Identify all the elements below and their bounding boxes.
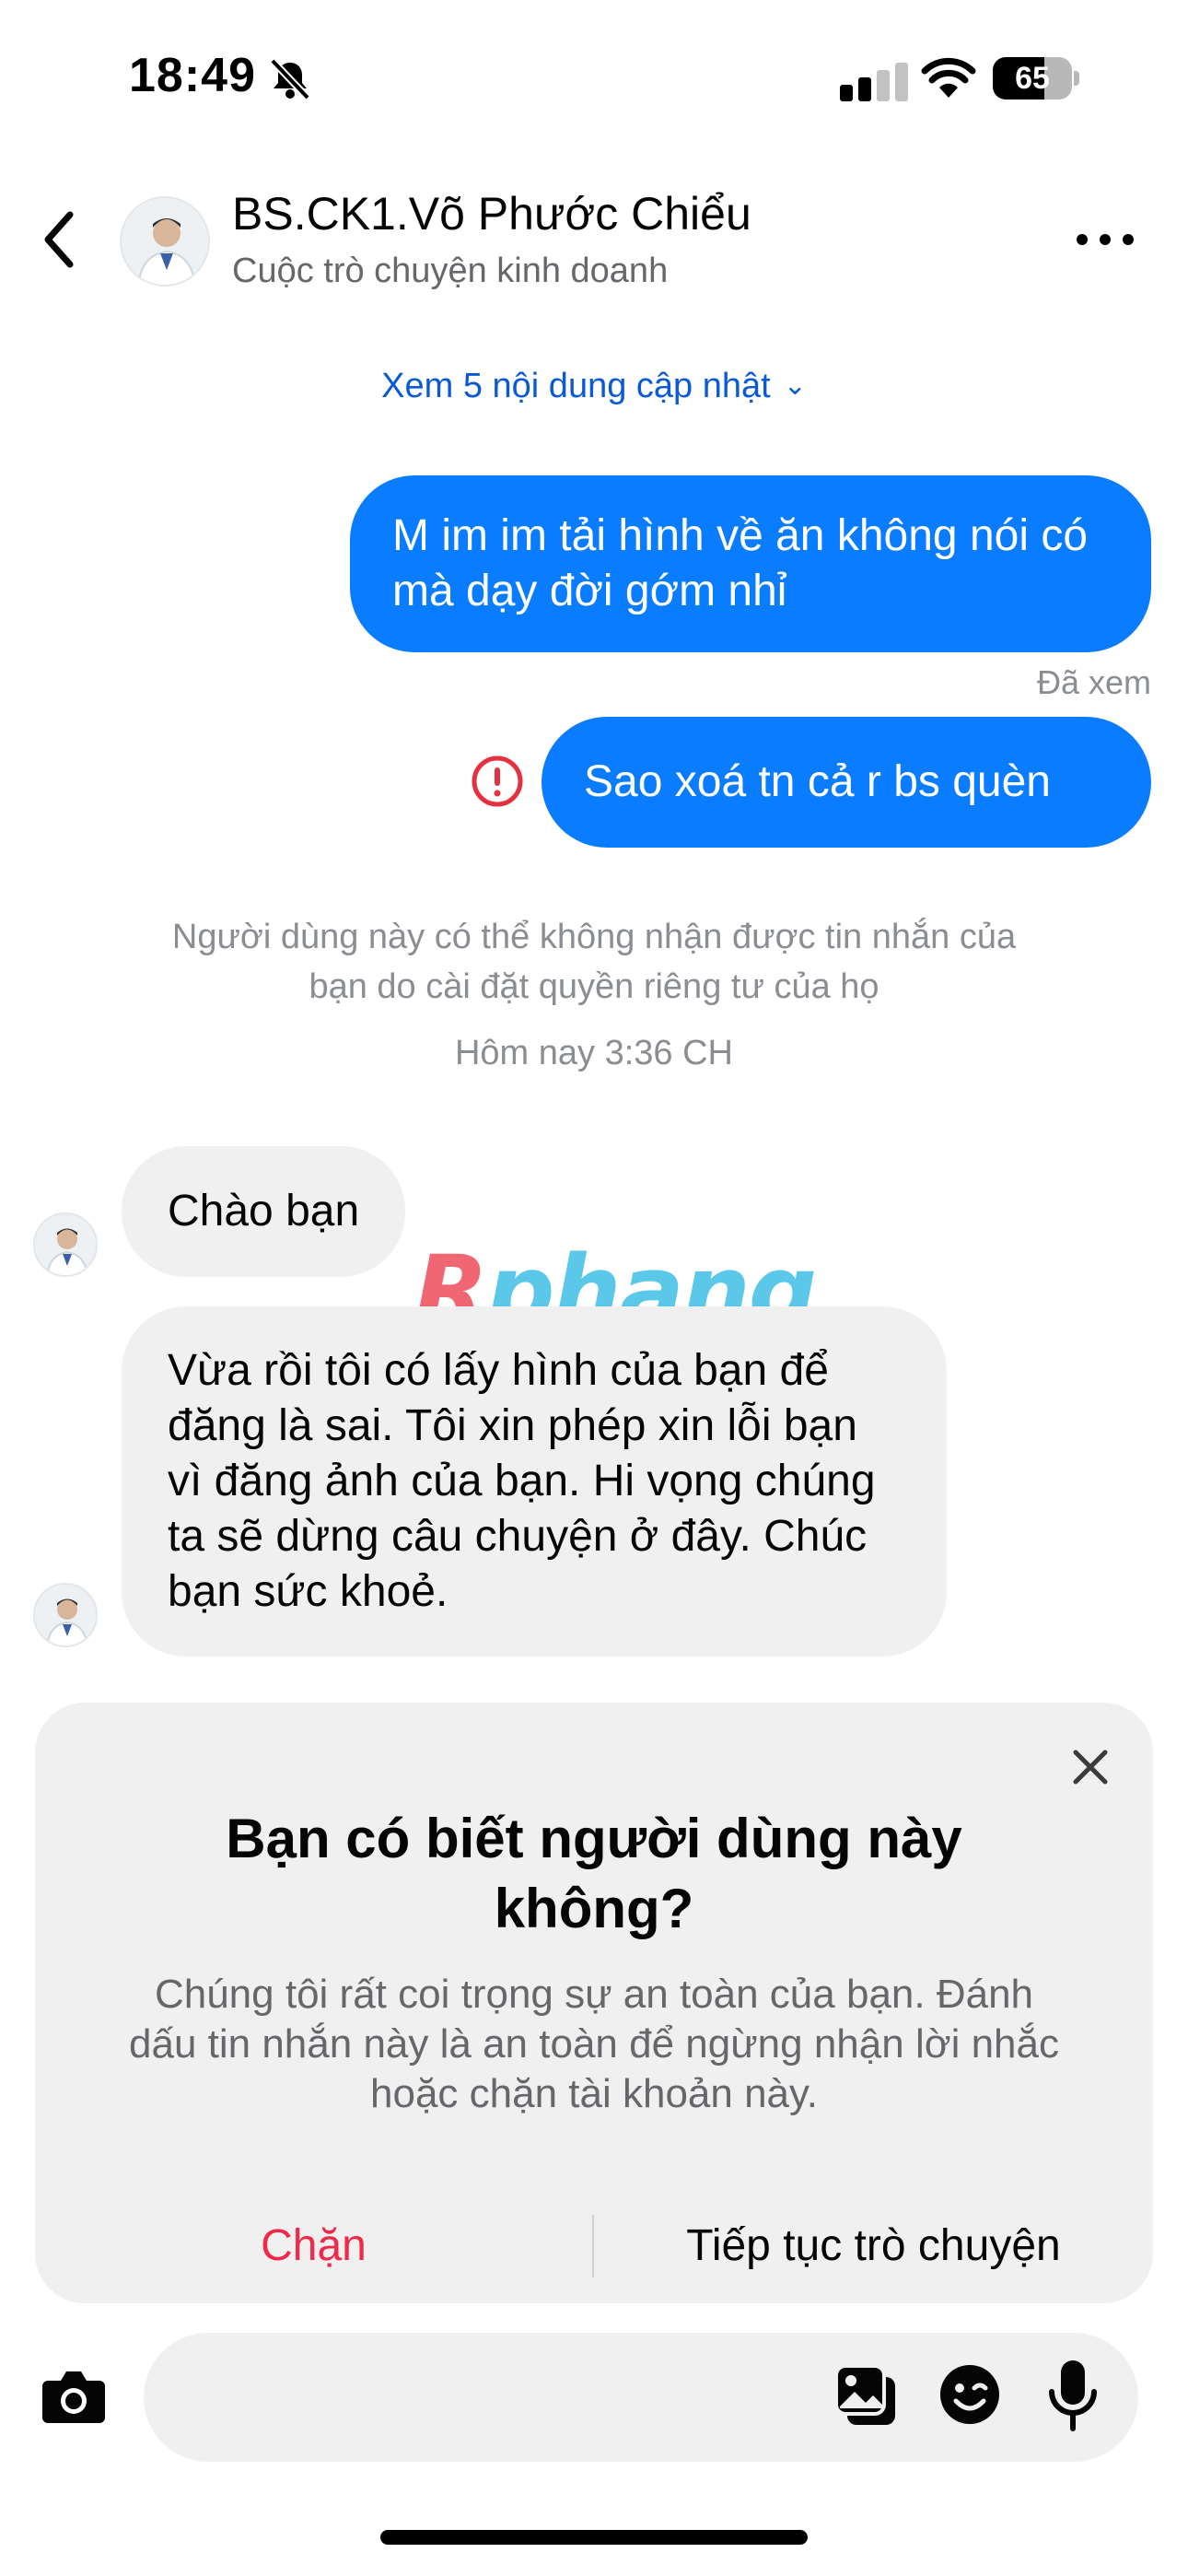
privacy-note-text: Người dùng này có thể không nhận được ti… xyxy=(171,918,1017,1006)
outgoing-message[interactable]: Sao xoá tn cả r bs quèn xyxy=(542,717,1151,848)
error-icon[interactable] xyxy=(470,754,525,809)
privacy-note: Người dùng này có thể không nhận được ti… xyxy=(0,912,1188,1012)
status-time: 18:49 xyxy=(129,49,256,102)
card-actions: Chặn Tiếp tục trò chuyện xyxy=(35,2209,1153,2283)
continue-chat-button[interactable]: Tiếp tục trò chuyện xyxy=(594,2209,1153,2283)
close-icon[interactable] xyxy=(1068,1745,1112,1789)
message-composer xyxy=(0,2322,1188,2469)
gallery-icon[interactable] xyxy=(834,2364,897,2427)
contact-name[interactable]: BS.CK1.Võ Phước Chiểu xyxy=(232,187,751,240)
chevron-down-icon: ⌄ xyxy=(783,370,807,401)
avatar[interactable] xyxy=(33,1583,98,1647)
doctor-avatar-icon xyxy=(35,1585,96,1645)
doctor-avatar-icon xyxy=(122,198,208,285)
contact-subtitle: Cuộc trò chuyện kinh doanh xyxy=(232,252,669,290)
doctor-avatar-icon xyxy=(35,1214,96,1275)
mic-icon[interactable] xyxy=(1046,2359,1100,2432)
signal-icon xyxy=(840,63,908,101)
chat-header: BS.CK1.Võ Phước Chiểu Cuộc trò chuyện ki… xyxy=(0,170,1188,309)
safety-prompt-card: Bạn có biết người dùng này không? Chúng … xyxy=(35,1703,1153,2303)
card-body: Chúng tôi rất coi trọng sự an toàn của b… xyxy=(129,1972,1059,2116)
avatar[interactable] xyxy=(120,196,210,287)
back-icon[interactable] xyxy=(37,207,83,272)
outgoing-message[interactable]: M im im tải hình về ăn không nói có mà d… xyxy=(350,475,1151,652)
incoming-message[interactable]: Vừa rồi tôi có lấy hình của bạn để đăng … xyxy=(122,1306,947,1657)
camera-icon[interactable] xyxy=(41,2366,107,2425)
wifi-icon xyxy=(921,57,976,98)
battery-level: 65 xyxy=(1015,61,1050,96)
block-button[interactable]: Chặn xyxy=(35,2209,592,2283)
updates-link-label: Xem 5 nội dung cập nhật xyxy=(381,367,771,405)
status-bar: 18:49 65 xyxy=(0,0,1188,157)
avatar[interactable] xyxy=(33,1212,98,1277)
battery-icon: 65 xyxy=(993,57,1079,100)
home-indicator xyxy=(380,2530,808,2545)
seen-status: Đã xem xyxy=(1036,663,1151,701)
updates-link[interactable]: Xem 5 nội dung cập nhật ⌄ xyxy=(0,367,1188,406)
bell-slash-icon xyxy=(270,59,310,100)
card-title: Bạn có biết người dùng này không? xyxy=(226,1808,962,1939)
timestamp: Hôm nay 3:36 CH xyxy=(454,1034,733,1072)
more-icon[interactable] xyxy=(1073,226,1137,253)
sticker-icon[interactable] xyxy=(938,2362,1002,2427)
incoming-message[interactable]: Chào bạn xyxy=(122,1146,406,1277)
